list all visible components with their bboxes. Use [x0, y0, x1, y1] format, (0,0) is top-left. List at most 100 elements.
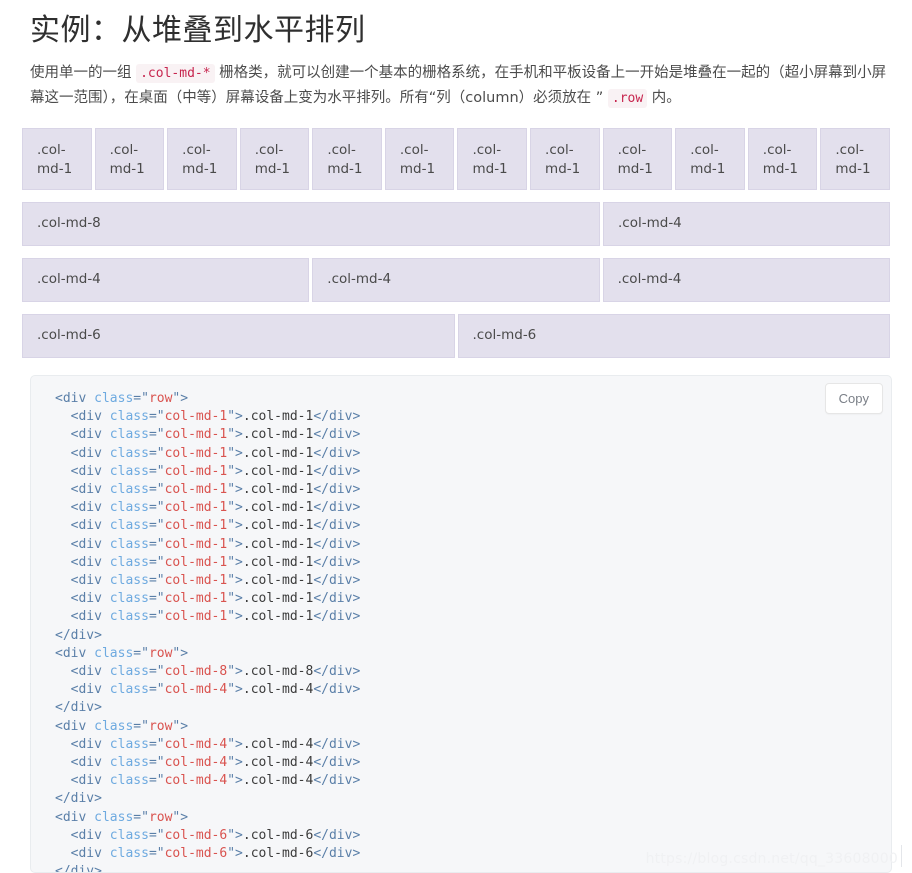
grid-column-label: .col-md-4 [327, 271, 392, 287]
code-token: class [109, 463, 149, 479]
code-token: =" [133, 645, 149, 661]
code-token: </div> [313, 445, 361, 461]
code-token: <div [70, 482, 102, 498]
grid-column-label: md-1 [472, 161, 508, 177]
grid-column-label: .col-md-4 [618, 215, 682, 231]
code-token: </div> [313, 409, 361, 425]
code-token: "> [227, 736, 243, 752]
code-token: <div [55, 645, 87, 661]
grid-row-12: .col-md-1 .col-md-1 .col-md-1 .col-md-1 .col… [22, 128, 890, 190]
code-token: "> [227, 827, 243, 843]
code-token: =" [148, 500, 165, 516]
code-token: .col-md-1 [242, 573, 314, 589]
code-token: .col-md-1 [242, 609, 314, 625]
grid-column-label: md-1 [37, 161, 73, 177]
code-token: </div> [313, 755, 361, 771]
code-token: .col-md-4 [242, 736, 314, 752]
code-token: "> [172, 391, 189, 406]
code-token: class [109, 536, 149, 552]
code-token: class [109, 773, 149, 789]
code-token: =" [148, 536, 165, 552]
grid-row-4-4-4: .col-md-4 .col-md-4 .col-md-4 [22, 258, 890, 302]
code-token: <div [70, 609, 102, 625]
grid-column: .col-md-4 [603, 202, 890, 246]
code-token: .col-md-1 [242, 518, 314, 534]
grid-column-label: md-1 [690, 161, 726, 177]
code-token: .col-md-1 [242, 482, 314, 498]
grid-column-label: .col-md-8 [37, 215, 101, 231]
code-content: <div class="row"> <div class="col-md-1">… [55, 390, 891, 872]
code-token: "> [227, 664, 243, 680]
page-root: 实例：从堆叠到水平排列 使用单一的一组 .col-md-* 栅格类，就可以创建一… [0, 10, 912, 873]
code-token: .col-md-6 [242, 827, 314, 843]
code-token: class [109, 409, 149, 425]
grid-column: .col-md-1 [239, 128, 310, 190]
code-token: "> [227, 846, 243, 862]
code-token: row [148, 718, 173, 734]
code-token: "> [227, 427, 243, 443]
grid-column-label: .col- [37, 142, 66, 158]
grid-column: .col-md-6 [457, 314, 890, 358]
code-token: "> [172, 718, 189, 734]
code-token: class [109, 482, 149, 498]
code-token: col-md-1 [164, 591, 228, 607]
grid-column-label: md-1 [182, 161, 218, 177]
code-token: class [109, 445, 149, 461]
code-token: <div [70, 573, 102, 589]
code-token: .col-md-6 [242, 846, 314, 862]
code-token: .col-md-1 [242, 591, 314, 607]
code-token: <div [55, 391, 87, 406]
code-token: </div> [313, 463, 361, 479]
grid-demo: .col-md-1 .col-md-1 .col-md-1 .col-md-1 .col… [22, 128, 890, 358]
code-token: <div [70, 773, 102, 789]
code-token: .col-md-1 [242, 409, 314, 425]
code-token: col-md-1 [164, 518, 228, 534]
code-token: class [109, 755, 149, 771]
text-caret [901, 845, 902, 867]
code-token: col-md-8 [164, 664, 228, 680]
code-token: .col-md-1 [242, 554, 314, 570]
code-token: class [109, 427, 149, 443]
grid-column: .col-md-4 [312, 258, 600, 302]
grid-column: .col-md-1 [675, 128, 745, 190]
code-token: "> [172, 809, 189, 825]
code-token: "> [227, 482, 243, 498]
code-token: =" [148, 445, 165, 461]
grid-column-label: md-1 [254, 161, 290, 177]
code-token: col-md-1 [164, 554, 228, 570]
code-token: <div [70, 500, 102, 516]
intro-text-part1: 使用单一的一组 [30, 65, 137, 81]
code-token: =" [133, 809, 149, 825]
grid-column-label: .col- [254, 142, 284, 158]
code-token: </div> [313, 518, 361, 534]
code-token: <div [70, 409, 102, 425]
grid-column-label: .col- [399, 142, 429, 158]
code-token: row [148, 645, 173, 661]
copy-button[interactable]: Copy [824, 383, 883, 414]
code-token: "> [227, 445, 243, 461]
code-token: <div [70, 463, 102, 479]
grid-row-8-4: .col-md-8 .col-md-4 [22, 202, 890, 246]
code-token: <div [70, 554, 102, 570]
code-token: col-md-1 [164, 573, 228, 589]
code-token: =" [148, 427, 165, 443]
code-token: col-md-1 [164, 463, 228, 479]
code-token: .col-md-4 [242, 755, 314, 771]
code-token: col-md-1 [164, 482, 228, 498]
code-token: col-md-1 [164, 536, 228, 552]
code-token: <div [70, 736, 102, 752]
code-token: class [109, 827, 149, 843]
code-token: =" [148, 591, 165, 607]
code-token: col-md-1 [164, 427, 228, 443]
code-token: <div [70, 755, 102, 771]
code-token: class [109, 573, 149, 589]
code-token: <div [55, 809, 87, 825]
code-token: col-md-1 [164, 500, 228, 516]
grid-row-6-6: .col-md-6 .col-md-6 [22, 314, 890, 358]
grid-column-label: md-1 [835, 161, 871, 177]
grid-column-label: md-1 [109, 161, 145, 177]
code-panel: <div class="row"> <div class="col-md-1">… [30, 375, 892, 873]
grid-column-label: .col- [109, 142, 139, 158]
code-token: col-md-1 [164, 609, 228, 625]
code-token: =" [148, 827, 165, 843]
